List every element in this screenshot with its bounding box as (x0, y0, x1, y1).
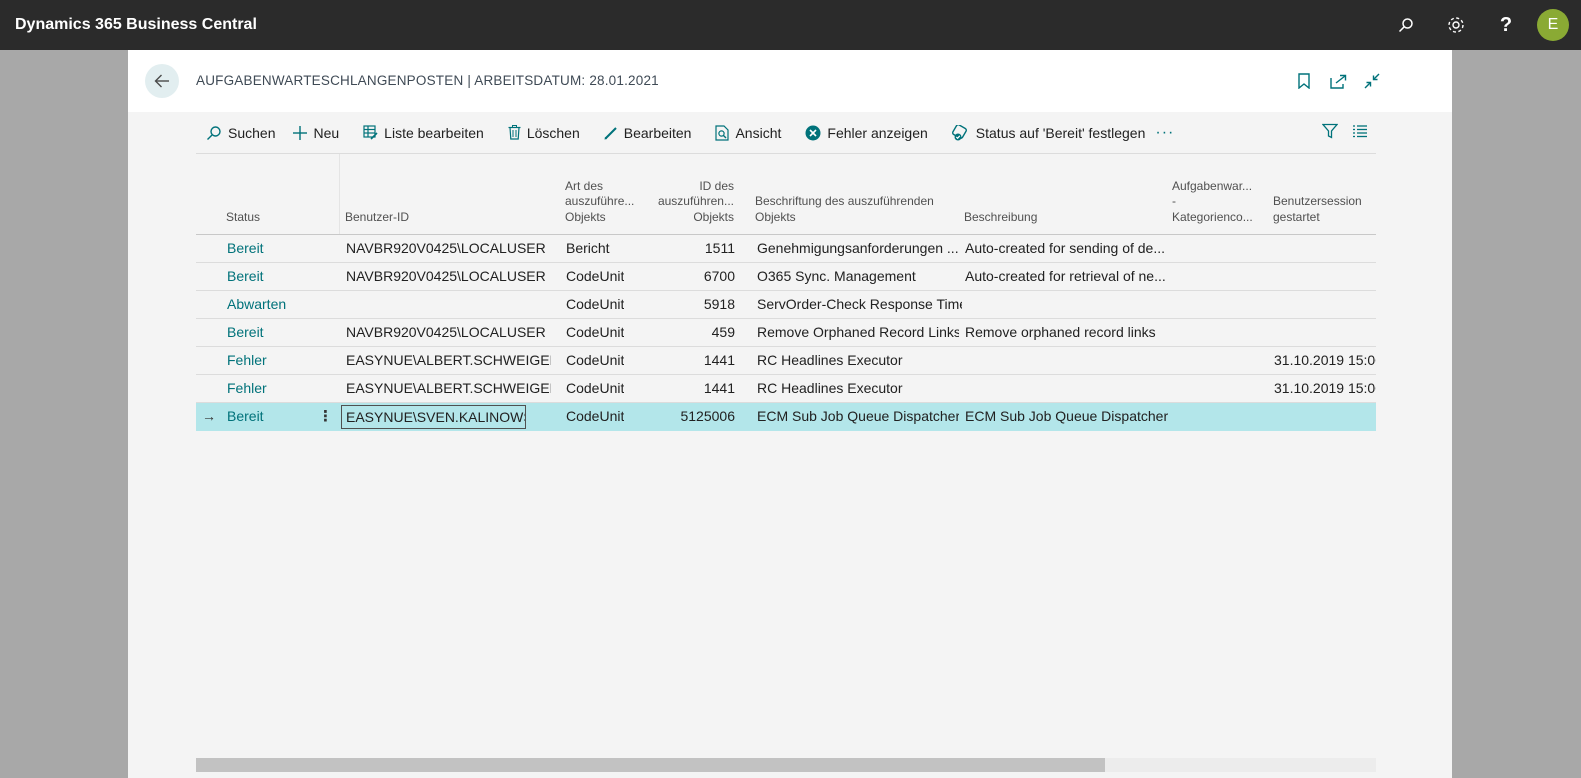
object-caption-cell: Genehmigungsanforderungen ... (757, 240, 959, 256)
object-caption-cell: RC Headlines Executor (757, 380, 903, 396)
object-id-cell[interactable]: 459 (646, 319, 735, 346)
status-link[interactable]: Bereit (227, 403, 264, 430)
session-started-cell (1274, 263, 1376, 290)
object-caption-cell: RC Headlines Executor (757, 352, 903, 368)
object-id-cell[interactable]: 5125006 (646, 403, 735, 430)
object-id-cell[interactable]: 1511 (646, 235, 735, 262)
view-button[interactable]: Ansicht (715, 125, 781, 141)
object-id-cell[interactable]: 1441 (646, 375, 735, 402)
session-started-cell: 31.10.2019 15:00 (1274, 380, 1376, 396)
object-type-cell[interactable]: Bericht (566, 235, 610, 262)
object-id-cell[interactable]: 1441 (646, 347, 735, 374)
object-type-cell[interactable]: CodeUnit (566, 347, 624, 374)
status-link[interactable]: Abwarten (227, 291, 286, 318)
user-id-cell[interactable]: NAVBR920V0425\LOCALUSER (346, 235, 551, 262)
table-row-selected[interactable]: → Bereit ⋮ EASYNUE\SVEN.KALINOWSKI CodeU… (196, 403, 1376, 431)
column-header-user-id[interactable]: Benutzer-ID (345, 210, 409, 226)
object-caption-cell: Remove Orphaned Record Links (757, 324, 959, 340)
background-overlay-right (1452, 50, 1581, 778)
delete-button[interactable]: Löschen (508, 125, 580, 141)
table-row[interactable]: Bereit NAVBR920V0425\LOCALUSER Bericht 1… (196, 235, 1376, 263)
status-link[interactable]: Fehler (227, 347, 267, 374)
page-title: AUFGABENWARTESCHLANGENPOSTEN | ARBEITSDA… (196, 73, 659, 88)
horizontal-scrollbar[interactable] (196, 758, 1376, 772)
object-type-cell[interactable]: CodeUnit (566, 263, 624, 290)
background-overlay-left (0, 50, 128, 778)
user-id-input[interactable]: EASYNUE\SVEN.KALINOWSKI (341, 405, 526, 429)
table-header: Status Benutzer-ID Art des auszuführe... O… (196, 154, 1376, 235)
session-started-cell: 31.10.2019 15:00 (1274, 352, 1376, 368)
settings-gear-icon[interactable] (1431, 0, 1481, 50)
description-cell[interactable]: Auto-created for retrieval of ne... (965, 263, 1169, 290)
help-icon[interactable]: ? (1481, 0, 1531, 50)
table-row[interactable]: Bereit NAVBR920V0425\LOCALUSER CodeUnit … (196, 319, 1376, 347)
object-caption-cell: ECM Sub Job Queue Dispatcher (757, 408, 959, 424)
object-type-cell[interactable]: CodeUnit (566, 375, 624, 402)
session-started-cell (1274, 291, 1376, 318)
table-row[interactable]: Fehler EASYNUE\ALBERT.SCHWEIGER CodeUnit… (196, 375, 1376, 403)
app-header: Dynamics 365 Business Central ? E (0, 0, 1581, 50)
table-row[interactable]: Abwarten CodeUnit 5918 ServOrder-Check R… (196, 291, 1376, 319)
column-header-object-type[interactable]: Art des auszuführe... Objekts (565, 179, 634, 226)
object-id-cell[interactable]: 5918 (646, 291, 735, 318)
edit-list-button[interactable]: Liste bearbeiten (363, 125, 484, 141)
list-view-icon[interactable] (1352, 123, 1368, 144)
user-id-cell[interactable]: EASYNUE\ALBERT.SCHWEIGER (346, 347, 551, 374)
row-actions-icon[interactable]: ⋮ (318, 403, 333, 430)
column-header-description[interactable]: Beschreibung (964, 210, 1037, 226)
column-header-category[interactable]: Aufgabenwar... - Kategorienco... (1172, 179, 1253, 226)
object-caption-cell: O365 Sync. Management (757, 268, 916, 284)
show-error-button[interactable]: Fehler anzeigen (805, 125, 928, 141)
avatar[interactable]: E (1537, 9, 1569, 41)
job-queue-table: Status Benutzer-ID Art des auszuführe... O… (196, 154, 1376, 431)
description-cell[interactable] (965, 375, 1169, 402)
column-header-session-started[interactable]: Benutzersession gestartet (1273, 194, 1362, 225)
new-button[interactable]: Neu (293, 125, 339, 141)
object-type-cell[interactable]: CodeUnit (566, 403, 624, 430)
current-row-arrow-icon: → (202, 408, 216, 424)
column-header-object-id[interactable]: ID des auszuführen... Objekts (646, 179, 734, 226)
user-id-cell[interactable]: NAVBR920V0425\LOCALUSER (346, 319, 551, 346)
description-cell[interactable]: ECM Sub Job Queue Dispatcher (965, 403, 1169, 430)
open-new-window-icon[interactable] (1328, 71, 1348, 91)
session-started-cell (1274, 319, 1376, 346)
collapse-icon[interactable] (1362, 71, 1382, 91)
app-title: Dynamics 365 Business Central (15, 16, 257, 33)
object-type-cell[interactable]: CodeUnit (566, 291, 624, 318)
description-cell[interactable]: Auto-created for sending of de... (965, 235, 1169, 262)
search-icon[interactable] (1381, 0, 1431, 50)
status-link[interactable]: Bereit (227, 319, 264, 346)
status-link[interactable]: Bereit (227, 235, 264, 262)
set-ready-button[interactable]: Status auf 'Bereit' festlegen (951, 124, 1145, 141)
bookmark-icon[interactable] (1294, 71, 1314, 91)
action-bar: Suchen Neu Liste bearbeiten Löschen Bear… (196, 112, 1376, 154)
table-row[interactable]: Fehler EASYNUE\ALBERT.SCHWEIGER CodeUnit… (196, 347, 1376, 375)
column-header-object-caption[interactable]: Beschriftung des auszuführenden Objekts (755, 194, 934, 225)
description-cell[interactable] (965, 347, 1169, 374)
status-link[interactable]: Bereit (227, 263, 264, 290)
table-row[interactable]: Bereit NAVBR920V0425\LOCALUSER CodeUnit … (196, 263, 1376, 291)
edit-button[interactable]: Bearbeiten (604, 125, 691, 141)
user-id-cell[interactable] (346, 291, 551, 318)
filter-icon[interactable] (1321, 123, 1339, 144)
object-id-cell[interactable]: 6700 (646, 263, 735, 290)
object-type-cell[interactable]: CodeUnit (566, 319, 624, 346)
dialog-header: AUFGABENWARTESCHLANGENPOSTEN | ARBEITSDA… (128, 50, 1452, 112)
session-started-cell (1274, 235, 1376, 262)
column-header-status[interactable]: Status (226, 210, 260, 226)
user-id-cell[interactable]: NAVBR920V0425\LOCALUSER (346, 263, 551, 290)
object-caption-cell: ServOrder-Check Response Time (757, 296, 962, 312)
description-cell[interactable] (965, 291, 1169, 318)
status-link[interactable]: Fehler (227, 375, 267, 402)
user-id-cell[interactable]: EASYNUE\ALBERT.SCHWEIGER (346, 375, 551, 402)
description-cell[interactable]: Remove orphaned record links (965, 319, 1169, 346)
session-started-cell (1274, 403, 1376, 430)
search-button[interactable]: Suchen (206, 125, 275, 141)
back-arrow-icon[interactable] (145, 64, 179, 98)
scrollbar-thumb[interactable] (196, 758, 1105, 772)
more-options-icon[interactable]: ··· (1155, 124, 1174, 142)
job-queue-dialog: AUFGABENWARTESCHLANGENPOSTEN | ARBEITSDA… (128, 50, 1452, 778)
